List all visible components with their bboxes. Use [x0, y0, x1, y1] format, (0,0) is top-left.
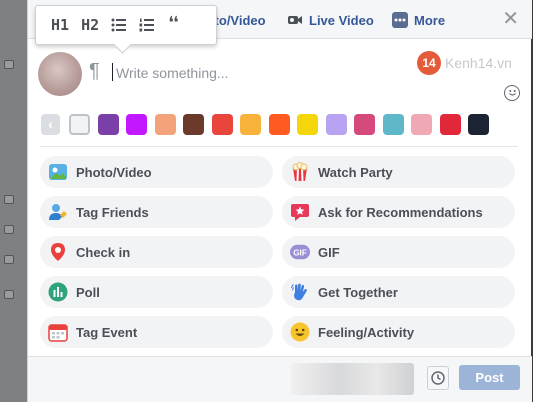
action-watch-party[interactable]: Watch Party: [282, 156, 515, 188]
more-icon: [392, 12, 408, 28]
background-swatch[interactable]: [325, 113, 347, 135]
tab-more[interactable]: More: [392, 11, 445, 29]
audience-selector[interactable]: [291, 363, 414, 395]
svg-text:GIF: GIF: [293, 249, 307, 258]
action-tag-event[interactable]: Tag Event: [40, 316, 273, 348]
waving-hand-icon: [291, 283, 307, 301]
bulleted-list-icon: [111, 18, 127, 32]
action-label: GIF: [318, 244, 340, 260]
action-tag-friends[interactable]: Tag Friends: [40, 196, 273, 228]
background-swatch-plain[interactable]: [69, 113, 90, 135]
emoji-icon[interactable]: [504, 85, 520, 101]
background-swatch[interactable]: [268, 113, 290, 135]
bulleted-list-button[interactable]: [111, 18, 127, 32]
heading2-button[interactable]: H2: [81, 16, 99, 34]
background-page-strip: [0, 0, 27, 402]
action-label: Photo/Video: [76, 164, 152, 180]
popcorn-icon: [292, 162, 308, 181]
location-pin-icon: [51, 243, 65, 261]
action-label: Watch Party: [318, 164, 393, 180]
background-swatch[interactable]: [183, 113, 204, 135]
tab-live-video[interactable]: Live Video: [287, 11, 374, 29]
action-gif[interactable]: GIF GIF: [282, 236, 515, 268]
background-mark: [4, 195, 14, 204]
formatting-popover: H1 H2 ❝: [35, 5, 217, 45]
avatar: [38, 52, 82, 96]
gif-icon: GIF: [290, 244, 310, 260]
smiley-icon: [290, 322, 310, 342]
action-poll[interactable]: Poll: [40, 276, 273, 308]
tab-label: Live Video: [309, 12, 374, 28]
background-picker: ‹: [41, 113, 497, 135]
background-swatch[interactable]: [240, 113, 261, 135]
background-swatch[interactable]: [126, 113, 147, 135]
action-label: Get Together: [318, 284, 398, 300]
action-ask-recommendations[interactable]: Ask for Recommendations: [282, 196, 515, 228]
action-label: Tag Event: [76, 324, 138, 340]
swatch-back-button[interactable]: ‹: [41, 113, 60, 135]
background-swatch[interactable]: [382, 113, 404, 135]
divider: [40, 146, 518, 147]
background-swatch[interactable]: [211, 113, 233, 135]
background-swatch[interactable]: [97, 113, 119, 135]
background-swatch[interactable]: [411, 113, 432, 135]
tab-label: More: [414, 12, 446, 28]
recommendation-star-icon: [291, 204, 309, 221]
background-swatch[interactable]: [439, 113, 461, 135]
background-swatch[interactable]: [354, 113, 375, 135]
numbered-list-button[interactable]: [139, 18, 155, 32]
smiley-face-glyph: [508, 90, 516, 96]
action-label: Check in: [76, 244, 131, 260]
write-something-input[interactable]: [116, 63, 406, 83]
background-swatch[interactable]: [154, 113, 176, 135]
poll-icon: [48, 282, 68, 302]
action-label: Tag Friends: [76, 204, 149, 220]
quote-icon[interactable]: ❝: [167, 13, 180, 38]
action-check-in[interactable]: Check in: [40, 236, 273, 268]
background-mark: [4, 60, 14, 69]
action-label: Ask for Recommendations: [318, 204, 483, 220]
background-swatch[interactable]: [468, 113, 489, 135]
action-label: Poll: [76, 284, 100, 300]
close-icon[interactable]: ✕: [502, 9, 519, 29]
pilcrow-icon[interactable]: ¶: [89, 60, 100, 83]
background-mark: [4, 225, 14, 234]
video-camera-icon: [288, 16, 302, 24]
tag-friends-icon: [49, 204, 67, 220]
numbered-list-icon: [139, 18, 155, 32]
background-mark: [4, 290, 14, 299]
action-feeling-activity[interactable]: Feeling/Activity: [282, 316, 515, 348]
post-composer: Photo/Video Live Video More ✕ H1 H2 ❝ ¶ …: [27, 0, 532, 402]
text-caret: [112, 63, 113, 81]
post-button[interactable]: Post: [459, 365, 520, 390]
clock-icon: [431, 371, 445, 385]
watermark-text: Kenh14.vn: [445, 54, 512, 71]
background-mark: [4, 255, 14, 264]
watermark-logo: 14: [417, 50, 441, 75]
background-swatch[interactable]: [297, 113, 318, 135]
schedule-button[interactable]: [427, 366, 449, 390]
action-label: Feeling/Activity: [318, 324, 415, 340]
action-get-together[interactable]: Get Together: [282, 276, 515, 308]
calendar-icon: [48, 324, 68, 342]
heading1-button[interactable]: H1: [51, 16, 69, 34]
composer-footer: Post: [28, 356, 532, 402]
watermark: 14 Kenh14.vn: [417, 49, 525, 76]
photo-icon: [49, 164, 67, 180]
action-photo-video[interactable]: Photo/Video: [40, 156, 273, 188]
